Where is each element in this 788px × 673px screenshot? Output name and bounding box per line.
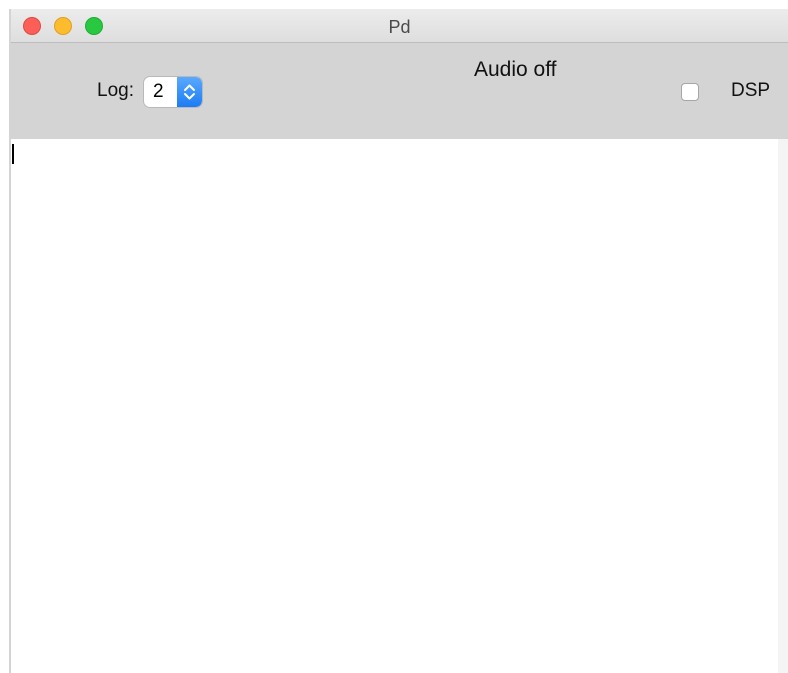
pd-main-window: Pd Log: 2 Audio off DSP <box>9 9 788 673</box>
text-cursor <box>12 144 14 164</box>
toolbar: Log: 2 Audio off DSP <box>11 43 788 139</box>
title-bar[interactable]: Pd <box>11 9 788 43</box>
log-level-value: 2 <box>153 81 164 102</box>
window-title: Pd <box>388 17 411 37</box>
dsp-label[interactable]: DSP <box>731 80 770 102</box>
console-output[interactable] <box>11 139 780 673</box>
log-label: Log: <box>97 80 134 101</box>
console-scrollbar[interactable] <box>778 139 788 673</box>
log-level-stepper[interactable] <box>177 77 202 107</box>
up-down-chevron-icon <box>184 84 195 100</box>
audio-status-text: Audio off <box>474 58 557 81</box>
log-level-select[interactable]: 2 <box>144 77 202 107</box>
dsp-checkbox[interactable] <box>681 83 699 101</box>
